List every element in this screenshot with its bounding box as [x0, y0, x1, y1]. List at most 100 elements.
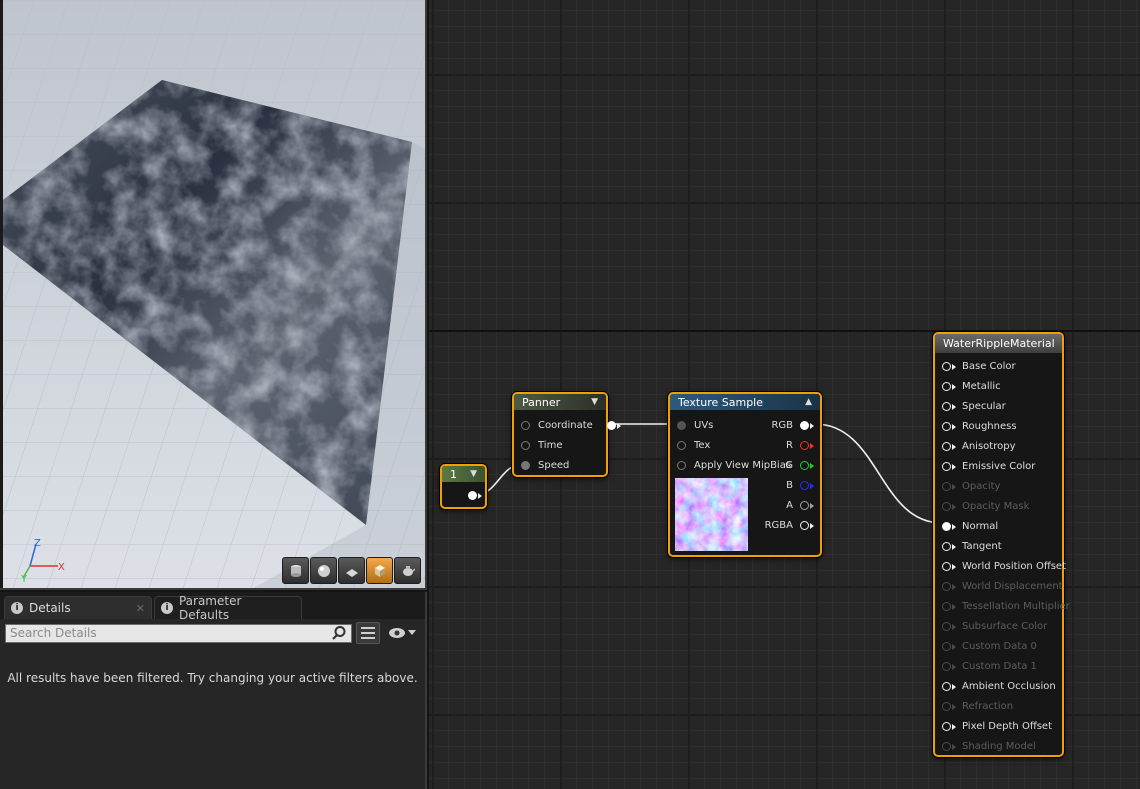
- material-result-node[interactable]: WaterRippleMaterial Base Color Metallic Sp…: [933, 332, 1070, 757]
- preview-plane-button[interactable]: [338, 557, 365, 584]
- pin-arrow-icon: [952, 623, 956, 630]
- input-pin: [942, 702, 951, 711]
- output-pin[interactable]: [800, 501, 809, 510]
- pin-label: Speed: [538, 460, 570, 471]
- plane-icon: [345, 568, 358, 577]
- input-pin[interactable]: [677, 421, 686, 430]
- input-pin[interactable]: [942, 382, 951, 391]
- pin-arrow-icon: [952, 723, 956, 730]
- panner-title: Panner: [522, 395, 561, 409]
- material-input-row: Base Color: [942, 361, 1016, 372]
- search-box[interactable]: [5, 623, 353, 643]
- tab-details[interactable]: i Details ✕: [4, 596, 152, 619]
- material-node-title: WaterRippleMaterial: [943, 337, 1055, 350]
- view-options-button[interactable]: [384, 622, 420, 644]
- input-pin[interactable]: [942, 522, 951, 531]
- preview-teapot-button[interactable]: [394, 557, 421, 584]
- axis-y-label: Y: [20, 574, 28, 583]
- texture-input-uvs: UVs: [677, 420, 713, 431]
- search-details-input[interactable]: [10, 626, 332, 640]
- texture-sample-header: Texture Sample ▲: [670, 394, 820, 410]
- output-pin[interactable]: [800, 481, 809, 490]
- input-pin[interactable]: [942, 362, 951, 371]
- pin-label: Ambient Occlusion: [962, 681, 1056, 692]
- pin-arrow-icon: [810, 422, 814, 429]
- pin-label: RGBA: [764, 520, 793, 531]
- panner-node[interactable]: Panner ▼ Coordinate Time Speed: [512, 392, 621, 477]
- preview-viewport[interactable]: X Z Y: [0, 0, 427, 590]
- preview-sphere-button[interactable]: [310, 557, 337, 584]
- pin-label: Time: [538, 440, 563, 451]
- pin-label: Subsurface Color: [962, 621, 1048, 632]
- texture-input-tex: Tex: [677, 440, 710, 451]
- input-pin[interactable]: [942, 402, 951, 411]
- input-pin[interactable]: [521, 461, 530, 470]
- sphere-icon: [317, 564, 330, 577]
- pin-arrow-icon: [952, 483, 956, 490]
- pin-arrow-icon: [952, 503, 956, 510]
- pin-arrow-icon: [952, 463, 956, 470]
- close-icon[interactable]: ✕: [136, 602, 145, 615]
- collapse-arrow-icon[interactable]: ▼: [591, 397, 598, 407]
- material-graph-canvas[interactable]: 1 ▼ Panner ▼ Coordinate Time Speed Textu…: [429, 0, 1140, 789]
- texture-sample-node[interactable]: Texture Sample ▲ UVs Tex Apply View MipB…: [668, 392, 822, 557]
- output-pin[interactable]: [800, 421, 809, 430]
- constant-node-header: 1 ▼: [442, 466, 485, 482]
- collapse-arrow-icon[interactable]: ▲: [805, 397, 812, 407]
- pin-label: Metallic: [962, 381, 1001, 392]
- filter-message: All results have been filtered. Try chan…: [7, 671, 418, 685]
- preview-cube-button[interactable]: [366, 557, 393, 584]
- material-input-row: Ambient Occlusion: [942, 681, 1056, 692]
- input-pin: [942, 602, 951, 611]
- input-pin: [942, 482, 951, 491]
- pin-label: Refraction: [962, 701, 1014, 712]
- preview-cylinder-button[interactable]: [282, 557, 309, 584]
- viewport-scene[interactable]: [0, 0, 427, 590]
- material-input-row: World Position Offset: [942, 561, 1066, 572]
- input-pin[interactable]: [942, 462, 951, 471]
- texture-sample-title: Texture Sample: [678, 395, 764, 409]
- material-input-row: Custom Data 0: [942, 641, 1037, 652]
- list-view-icon: [361, 627, 376, 639]
- input-pin[interactable]: [942, 562, 951, 571]
- constant-node[interactable]: 1 ▼: [440, 464, 487, 509]
- input-pin: [942, 622, 951, 631]
- input-pin[interactable]: [521, 441, 530, 450]
- pin-arrow-icon: [810, 462, 814, 469]
- input-pin[interactable]: [942, 682, 951, 691]
- pin-arrow-icon: [810, 522, 814, 529]
- input-pin[interactable]: [677, 461, 686, 470]
- collapse-arrow-icon[interactable]: ▼: [470, 469, 477, 479]
- pin-label: Anisotropy: [962, 441, 1016, 452]
- output-pin[interactable]: [606, 421, 616, 430]
- details-search-row: [0, 619, 425, 647]
- output-pin[interactable]: [800, 521, 809, 530]
- axis-gizmo: X Z Y: [20, 538, 65, 583]
- property-matrix-button[interactable]: [356, 622, 381, 644]
- input-pin[interactable]: [521, 421, 530, 430]
- pin-arrow-icon: [810, 502, 814, 509]
- search-icon[interactable]: [331, 625, 347, 641]
- output-pin[interactable]: [800, 441, 809, 450]
- material-input-row: Opacity: [942, 481, 1000, 492]
- texture-output-r: R: [786, 440, 814, 451]
- tab-parameter-defaults[interactable]: i Parameter Defaults: [154, 594, 302, 622]
- output-pin[interactable]: [468, 491, 477, 500]
- input-pin[interactable]: [942, 542, 951, 551]
- wire-rgb-to-normal: [814, 423, 943, 524]
- pin-arrow-icon: [810, 442, 814, 449]
- input-pin[interactable]: [677, 441, 686, 450]
- pin-arrow-icon: [952, 743, 956, 750]
- pin-label: Opacity: [962, 481, 1001, 492]
- texture-output-g: G: [785, 460, 814, 471]
- input-pin[interactable]: [942, 422, 951, 431]
- material-input-row: Tessellation Multiplier: [942, 601, 1070, 612]
- pin-arrow-icon: [616, 422, 621, 429]
- panner-input-speed: Speed: [521, 460, 569, 471]
- input-pin[interactable]: [942, 442, 951, 451]
- pin-label: G: [785, 460, 793, 471]
- material-input-row: Subsurface Color: [942, 621, 1047, 632]
- input-pin[interactable]: [942, 722, 951, 731]
- output-pin[interactable]: [800, 461, 809, 470]
- panner-input-time: Time: [521, 440, 562, 451]
